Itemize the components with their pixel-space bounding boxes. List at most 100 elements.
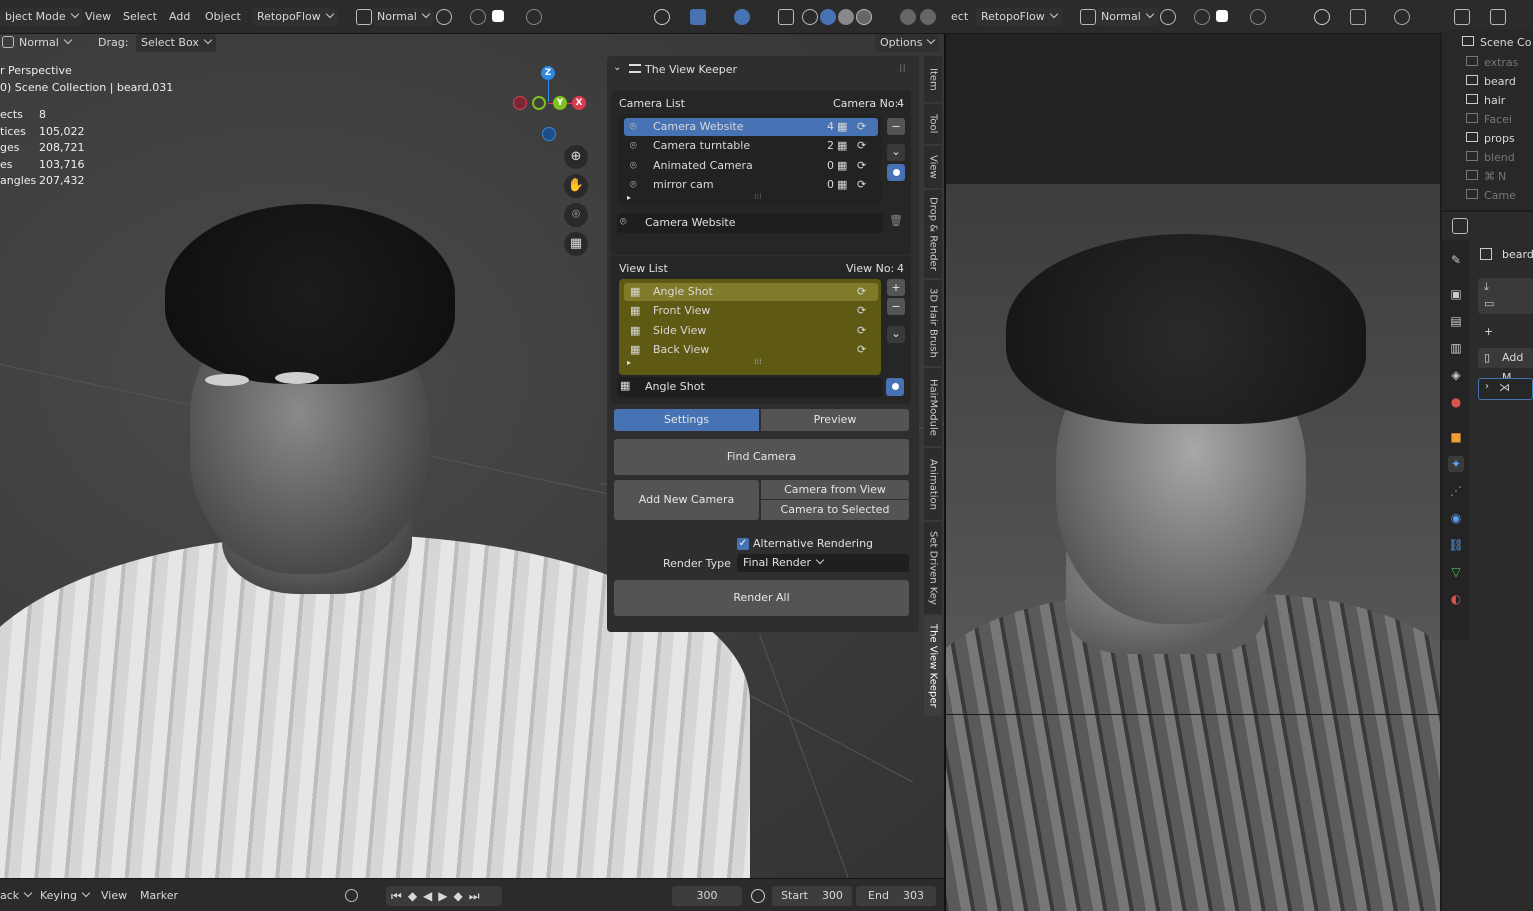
outliner-editor-icon[interactable]: [1454, 9, 1470, 25]
active-view-field[interactable]: Angle Shot: [617, 377, 883, 397]
current-frame-field[interactable]: 300: [672, 886, 742, 906]
tab-hairmodule[interactable]: HairModule: [924, 368, 942, 446]
properties-editor-icon[interactable]: [1452, 218, 1468, 234]
clock-icon[interactable]: [751, 889, 765, 903]
right-snap-target-icon[interactable]: [1216, 10, 1228, 22]
overlay-toggle-icon[interactable]: [734, 9, 750, 25]
render-icon[interactable]: ▣: [1448, 286, 1464, 302]
camera-list-item[interactable]: ⌾ mirror cam 0 ▦ ⟳: [624, 176, 878, 194]
views-grid-icon[interactable]: ▦: [837, 157, 847, 175]
remove-view-button[interactable]: −: [887, 298, 905, 315]
drag-handle-icon[interactable]: ⁞⁞: [899, 62, 906, 75]
view-list-item[interactable]: ▦ Side View ⟳: [624, 322, 878, 340]
tab-tool[interactable]: Tool: [924, 104, 942, 144]
mode-dropdown[interactable]: bject Mode: [0, 8, 83, 26]
outliner-item[interactable]: ⌘ N: [1466, 168, 1533, 186]
monitor-icon[interactable]: ▭: [1484, 297, 1494, 310]
proportional-edit-icon[interactable]: [526, 9, 542, 25]
outliner-scene-row[interactable]: Scene Co: [1462, 34, 1533, 52]
expand-chevron-icon[interactable]: ›: [1485, 381, 1489, 392]
right-overlay-icon[interactable]: [1394, 9, 1410, 25]
object-icon[interactable]: ■: [1448, 429, 1464, 445]
list-resize-handle[interactable]: ⁞⁞⁞: [754, 192, 762, 201]
area-divider[interactable]: [944, 34, 946, 911]
camera-toggle-button[interactable]: [887, 164, 905, 181]
right-retopoflow-menu[interactable]: RetopoFlow: [976, 8, 1062, 26]
list-expand-icon[interactable]: ▸: [627, 193, 631, 202]
refresh-icon[interactable]: ⟳: [857, 176, 866, 194]
select-mode-icon[interactable]: [2, 36, 14, 48]
timeline-view-menu[interactable]: View: [101, 886, 127, 906]
camera-icon[interactable]: ⌾: [564, 203, 588, 227]
view-list-item[interactable]: ▦ Back View ⟳: [624, 341, 878, 359]
gizmo-toggle-icon[interactable]: [690, 9, 706, 25]
gizmo-y-axis[interactable]: Y: [553, 96, 567, 110]
download-icon[interactable]: ⤓: [1484, 280, 1489, 294]
outliner-item[interactable]: Facei: [1466, 111, 1533, 129]
camera-to-selected-button[interactable]: Camera to Selected: [761, 500, 909, 520]
tool-icon[interactable]: ✎: [1448, 252, 1464, 268]
refresh-icon[interactable]: ⟳: [857, 118, 866, 136]
material-shading-icon[interactable]: [838, 9, 854, 25]
start-frame-field[interactable]: Start 300: [772, 886, 852, 906]
jump-start-icon[interactable]: ⏮: [391, 889, 408, 903]
menu-add[interactable]: Add: [164, 8, 195, 26]
camera-view-icon[interactable]: [920, 9, 936, 25]
gizmo-neg-y[interactable]: [532, 96, 546, 110]
modifier-wrench-icon[interactable]: ✦: [1448, 456, 1464, 472]
add-button[interactable]: +: [1478, 322, 1533, 342]
render-all-button[interactable]: Render All: [614, 580, 909, 616]
render-region-icon[interactable]: [900, 9, 916, 25]
camera-list-item[interactable]: ⌾ Animated Camera 0 ▦ ⟳: [624, 157, 878, 175]
add-view-button[interactable]: +: [887, 279, 905, 296]
tab-the-view-keeper[interactable]: The View Keeper: [924, 616, 942, 716]
right-snap-icon[interactable]: [1194, 9, 1210, 25]
remove-camera-button[interactable]: −: [887, 118, 905, 135]
right-proportional-icon[interactable]: [1250, 9, 1266, 25]
view-toggle-button[interactable]: [886, 378, 904, 396]
alt-rendering-checkbox[interactable]: ✓: [737, 538, 749, 550]
menu-object[interactable]: Object: [200, 8, 246, 26]
views-grid-icon[interactable]: ▦: [837, 118, 847, 136]
outliner-item[interactable]: beard: [1466, 73, 1533, 91]
gizmo-neg-z[interactable]: [542, 127, 556, 141]
refresh-icon[interactable]: ⟳: [857, 137, 866, 155]
play-icon[interactable]: ▶: [438, 889, 453, 903]
menu-select[interactable]: Select: [118, 8, 162, 26]
snap-target-icon[interactable]: [492, 10, 504, 22]
playback-dropdown[interactable]: ack: [0, 886, 31, 906]
tab-drop-render[interactable]: Drop & Render: [924, 190, 942, 278]
record-icon[interactable]: [345, 889, 358, 902]
data-icon[interactable]: ▽: [1448, 564, 1464, 580]
play-reverse-icon[interactable]: ◀: [423, 889, 438, 903]
pan-hand-icon[interactable]: ✋: [564, 174, 588, 198]
view-list-item[interactable]: ▦ Front View ⟳: [624, 302, 878, 320]
right-menu-object[interactable]: ect: [946, 8, 973, 26]
views-grid-icon[interactable]: ▦: [837, 176, 847, 194]
move-down-button[interactable]: ⌄: [887, 326, 905, 343]
pivot-icon[interactable]: [436, 9, 452, 25]
refresh-icon[interactable]: ⟳: [857, 157, 866, 175]
physics-icon[interactable]: ◉: [1448, 510, 1464, 526]
next-key-icon[interactable]: ◆: [454, 889, 469, 903]
world-icon[interactable]: ●: [1448, 394, 1464, 410]
options-dropdown[interactable]: Options: [875, 34, 940, 52]
add-new-camera-button[interactable]: Add New Camera: [614, 480, 759, 520]
view-list-item[interactable]: ▦ Angle Shot ⟳: [624, 283, 878, 301]
scene-icon[interactable]: ◈: [1448, 367, 1464, 383]
end-frame-field[interactable]: End 303: [856, 886, 936, 906]
wireframe-shading-icon[interactable]: [802, 9, 818, 25]
find-camera-button[interactable]: Find Camera: [614, 439, 909, 475]
right-gizmo-icon[interactable]: [1350, 9, 1366, 25]
jump-end-icon[interactable]: ⏭: [469, 889, 486, 903]
tab-animation[interactable]: Animation: [924, 448, 942, 520]
gizmo-z-axis[interactable]: Z: [541, 66, 555, 80]
right-visibility-icon[interactable]: [1314, 9, 1330, 25]
refresh-icon[interactable]: ⟳: [857, 302, 866, 320]
gizmo-x-axis[interactable]: X: [572, 96, 586, 110]
camera-from-view-button[interactable]: Camera from View: [761, 480, 909, 499]
active-camera-field[interactable]: Camera Website: [617, 213, 883, 233]
list-resize-handle[interactable]: ⁞⁞⁞: [754, 357, 762, 366]
panel-title[interactable]: The View Keeper: [645, 63, 737, 76]
modifier-panel-header[interactable]: › ⋊: [1478, 378, 1533, 400]
